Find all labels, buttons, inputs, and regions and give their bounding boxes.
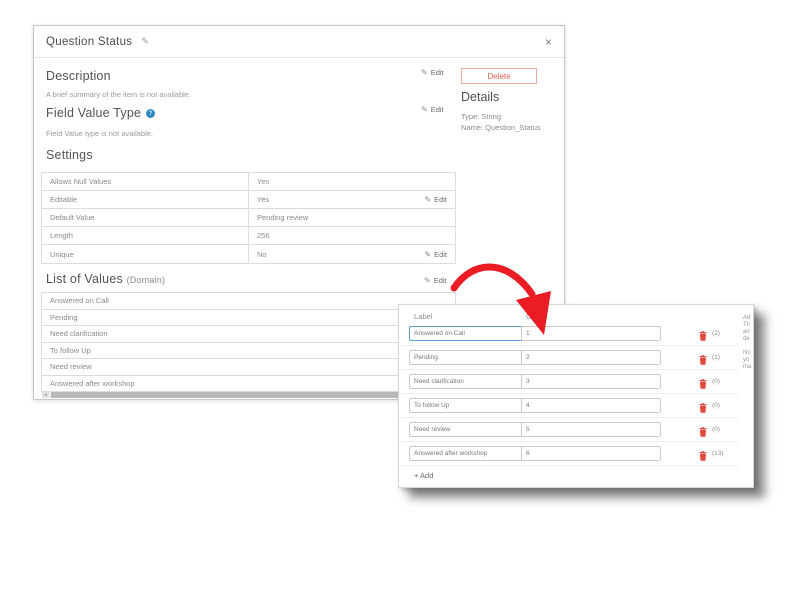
edit-unique-button[interactable]: ✎ Edit <box>424 250 447 259</box>
details-type: Type: String <box>461 112 502 121</box>
details-name: Name: Question_Status <box>461 123 541 132</box>
setting-label: Length <box>42 227 249 244</box>
list-of-values-heading: List of Values (Domain) <box>46 272 165 286</box>
value-count: (0) <box>712 426 720 433</box>
edit-label: Edit <box>434 195 447 204</box>
list-item: Answered after workshop <box>42 375 455 392</box>
trash-icon[interactable] <box>699 376 707 389</box>
dialog-header: Question Status ✎ × <box>34 26 564 58</box>
setting-label: Unique <box>42 245 249 263</box>
list-item: Need review <box>42 359 455 376</box>
setting-value: Yes <box>257 177 270 186</box>
edit-label: Edit <box>433 276 447 285</box>
domain-row: (2) <box>399 322 739 346</box>
settings-table: Allows Null Values Yes Editable Yes ✎ Ed… <box>41 172 456 264</box>
settings-row-length: Length 256 <box>42 227 455 245</box>
code-input[interactable] <box>521 398 661 413</box>
settings-row-editable: Editable Yes ✎ Edit <box>42 191 455 209</box>
edit-label: Edit <box>430 105 444 114</box>
settings-row-default-value: Default Value Pending review <box>42 209 455 227</box>
pencil-icon: ✎ <box>421 68 428 77</box>
code-input[interactable] <box>521 446 661 461</box>
settings-row-allows-null: Allows Null Values Yes <box>42 173 455 191</box>
value-count: (13) <box>712 450 724 457</box>
edit-description-button[interactable]: ✎ Edit <box>421 68 444 77</box>
domain-row: (0) <box>399 394 739 418</box>
value-count: (1) <box>712 354 720 361</box>
help-icon[interactable]: ? <box>146 109 156 118</box>
list-item: To follow Up <box>42 342 455 359</box>
list-item: Pending <box>42 309 455 326</box>
edit-list-of-values-button[interactable]: ✎ Edit <box>424 276 447 285</box>
field-value-type-label: Field Value Type <box>46 106 142 120</box>
field-value-type-heading: Field Value Type? <box>46 106 156 120</box>
edit-editable-button[interactable]: ✎ Edit <box>424 195 447 204</box>
label-column-header: Label <box>414 312 433 321</box>
trash-icon[interactable] <box>699 448 707 461</box>
setting-label: Editable <box>42 191 249 208</box>
details-heading: Details <box>461 90 500 104</box>
scrollbar-thumb[interactable] <box>51 392 403 398</box>
close-icon[interactable]: × <box>545 36 552 48</box>
settings-row-unique: Unique No ✎ Edit <box>42 245 455 263</box>
pencil-icon: ✎ <box>424 249 432 259</box>
pencil-icon: ✎ <box>424 276 431 285</box>
trash-icon[interactable] <box>699 400 707 413</box>
code-input[interactable] <box>521 350 661 365</box>
edit-label: Edit <box>430 68 444 77</box>
add-value-button[interactable]: + Add <box>414 471 433 480</box>
edit-label: Edit <box>434 249 447 259</box>
list-of-values-table: Answered on Call Pending Need clarificat… <box>41 292 456 392</box>
code-input[interactable] <box>521 374 661 389</box>
setting-label: Default Value <box>42 209 249 226</box>
trash-icon[interactable] <box>699 424 707 437</box>
setting-value: 256 <box>257 231 270 240</box>
pencil-icon: ✎ <box>421 105 428 114</box>
domain-rows: (2) (1) (0) (0) (0) <box>399 322 739 466</box>
horizontal-scrollbar[interactable]: ◄ <box>42 392 456 398</box>
setting-value: No <box>257 249 267 259</box>
trash-icon[interactable] <box>699 328 707 341</box>
settings-heading: Settings <box>46 148 93 162</box>
domain-row: (1) <box>399 346 739 370</box>
domain-suffix: (Domain) <box>126 275 166 285</box>
trash-icon[interactable] <box>699 352 707 365</box>
domain-row: (0) <box>399 418 739 442</box>
edit-title-icon[interactable]: ✎ <box>141 36 149 47</box>
code-column-header: Code <box>526 312 544 321</box>
setting-value: Yes <box>257 195 270 204</box>
dialog-title: Question Status <box>46 35 133 48</box>
field-value-type-text: Field Value type is not available. <box>46 129 154 138</box>
list-item: Need clarification <box>42 326 455 343</box>
description-heading: Description <box>46 69 111 83</box>
setting-label: Allows Null Values <box>42 173 249 190</box>
domain-editor-overlay: Label Code (2) (1) (0) (0) <box>398 304 754 488</box>
edit-field-value-type-button[interactable]: ✎ Edit <box>421 105 444 114</box>
value-count: (0) <box>712 402 720 409</box>
value-count: (2) <box>712 330 720 337</box>
code-input[interactable] <box>521 422 661 437</box>
clipped-help-text: Ad Th an de No yo ma <box>743 315 752 370</box>
code-input[interactable] <box>521 326 661 341</box>
value-count: (0) <box>712 378 720 385</box>
setting-value: Pending review <box>257 213 309 222</box>
list-of-values-title: List of Values <box>46 272 123 286</box>
domain-row: (0) <box>399 370 739 394</box>
pencil-icon: ✎ <box>424 195 432 204</box>
scroll-left-icon[interactable]: ◄ <box>42 392 49 398</box>
list-item: Answered on Call <box>42 293 455 310</box>
domain-row: (13) <box>399 442 739 466</box>
delete-button[interactable]: Delete <box>461 68 537 84</box>
description-text: A brief summary of the item is not avail… <box>46 90 192 99</box>
